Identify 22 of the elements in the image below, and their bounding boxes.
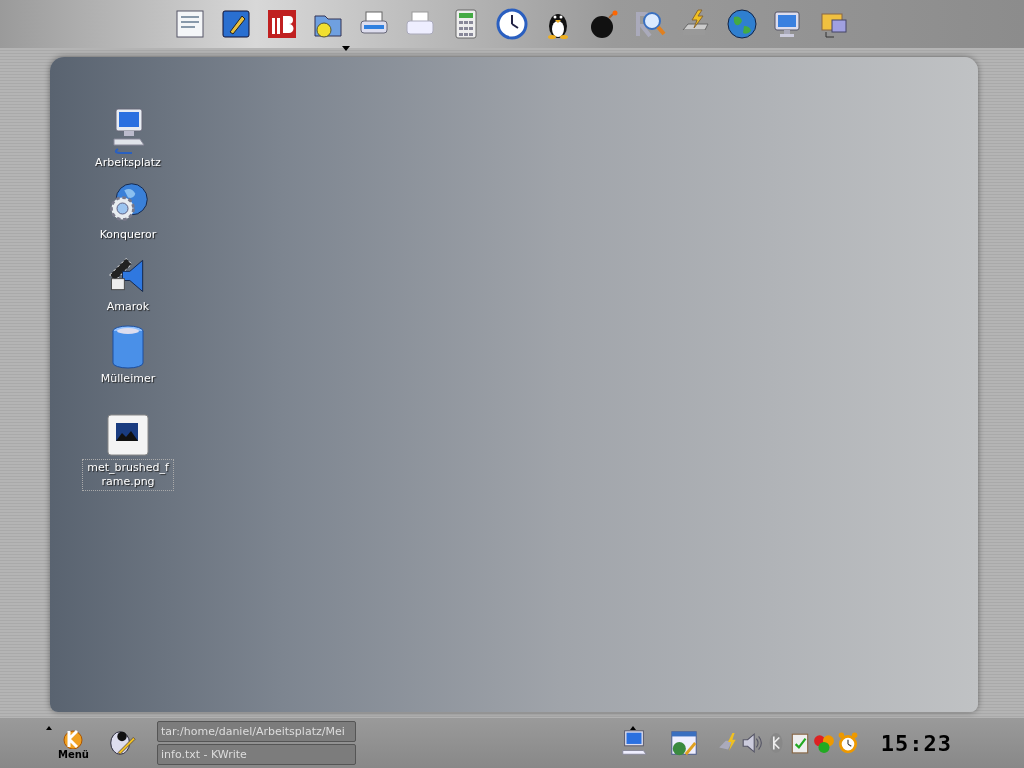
icon-label[interactable]: Arbeitsplatz bbox=[93, 155, 163, 171]
up-arrow-icon[interactable] bbox=[46, 726, 52, 730]
taskbar-button[interactable]: tar:/home/daniel/Arbeitsplatz/Mei bbox=[157, 721, 356, 742]
caret-icon[interactable] bbox=[342, 46, 350, 51]
penguin-pencil-icon[interactable] bbox=[107, 728, 137, 758]
icon-label[interactable]: Konqueror bbox=[97, 227, 159, 243]
menu-button[interactable]: Menü bbox=[58, 726, 89, 760]
icon-label[interactable]: Mülleimer bbox=[98, 371, 158, 387]
pen-icon[interactable] bbox=[220, 8, 252, 40]
bomb-icon[interactable] bbox=[588, 8, 620, 40]
clock[interactable]: 15:23 bbox=[880, 730, 952, 756]
clock-icon[interactable] bbox=[496, 8, 528, 40]
calendar-globe-icon[interactable] bbox=[668, 728, 699, 758]
speaker-icon[interactable] bbox=[740, 732, 763, 754]
icon-label[interactable]: Amarok bbox=[104, 299, 152, 315]
image-file-icon[interactable] bbox=[106, 411, 150, 459]
icon-label[interactable]: met_brushed_frame.png bbox=[82, 459, 174, 491]
globe-icon[interactable] bbox=[726, 8, 758, 40]
taskbar-button[interactable]: info.txt - KWrite bbox=[157, 744, 356, 765]
up-arrow-icon[interactable] bbox=[630, 726, 636, 730]
document-icon[interactable] bbox=[174, 8, 206, 40]
alarm-clock-icon[interactable] bbox=[836, 732, 859, 754]
